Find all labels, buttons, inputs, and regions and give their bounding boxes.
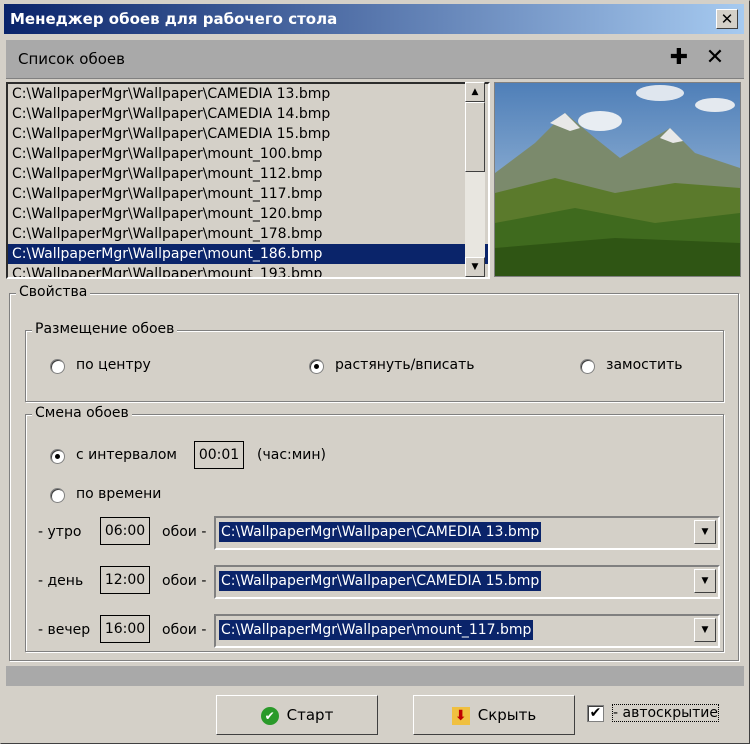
wallpaper-list[interactable]: C:\WallpaperMgr\Wallpaper\CAMEDIA 13.bmp…: [6, 82, 490, 279]
evening-wallpaper-select[interactable]: C:\WallpaperMgr\Wallpaper\mount_117.bmp …: [214, 614, 720, 648]
list-item[interactable]: C:\WallpaperMgr\Wallpaper\mount_100.bmp: [8, 144, 488, 164]
dropdown-arrow-button[interactable]: ▼: [694, 569, 716, 593]
plus-icon[interactable]: ✚: [667, 46, 691, 70]
day-label: - день: [38, 573, 84, 589]
wallpaper-preview: [494, 82, 741, 277]
list-item[interactable]: C:\WallpaperMgr\Wallpaper\mount_112.bmp: [8, 164, 488, 184]
day-wallpaper-value: C:\WallpaperMgr\Wallpaper\CAMEDIA 15.bmp: [219, 571, 542, 591]
list-scrollbar[interactable]: ▲ ▼: [465, 82, 485, 277]
evening-label: - вечер: [38, 622, 91, 638]
evening-wallpaper-value: C:\WallpaperMgr\Wallpaper\mount_117.bmp: [219, 620, 534, 640]
morning-label: - утро: [38, 524, 82, 540]
close-icon: ✕: [720, 10, 734, 28]
list-item[interactable]: C:\WallpaperMgr\Wallpaper\CAMEDIA 15.bmp: [8, 124, 488, 144]
placement-group: Размещение обоев по центру растянуть/впи…: [25, 321, 724, 402]
start-label: Старт: [286, 706, 334, 724]
close-button[interactable]: ✕: [716, 9, 738, 29]
chevron-down-icon: ▼: [701, 527, 709, 537]
window-title: Менеджер обоев для рабочего стола: [10, 10, 338, 28]
wallpaper-list-header: Список обоев ✚ ✕: [6, 40, 744, 79]
evening-wallpaper-label: обои -: [162, 622, 207, 638]
change-group: Смена обоев с интервалом 00:01 (час:мин)…: [25, 405, 724, 652]
autohide-label: - автоскрытие: [611, 704, 720, 722]
list-item[interactable]: C:\WallpaperMgr\Wallpaper\CAMEDIA 13.bmp: [8, 84, 488, 104]
chevron-down-icon: ▼: [701, 625, 709, 635]
arrow-up-icon: ▲: [471, 87, 479, 97]
dropdown-arrow-button[interactable]: ▼: [694, 618, 716, 642]
stretch-label: растянуть/вписать: [335, 357, 475, 373]
list-item[interactable]: C:\WallpaperMgr\Wallpaper\mount_186.bmp: [8, 244, 488, 264]
center-label: по центру: [76, 357, 151, 373]
wallpaper-list-title: Список обоев: [18, 50, 125, 68]
arrow-down-icon: ▼: [471, 262, 479, 272]
tile-radio[interactable]: [580, 359, 595, 374]
morning-wallpaper-value: C:\WallpaperMgr\Wallpaper\CAMEDIA 13.bmp: [219, 522, 542, 542]
stretch-radio[interactable]: [309, 359, 324, 374]
scroll-thumb[interactable]: [465, 102, 485, 172]
main-window: Менеджер обоев для рабочего стола ✕ Спис…: [0, 0, 750, 744]
list-item[interactable]: C:\WallpaperMgr\Wallpaper\mount_120.bmp: [8, 204, 488, 224]
list-item[interactable]: C:\WallpaperMgr\Wallpaper\CAMEDIA 14.bmp: [8, 104, 488, 124]
properties-title: Свойства: [16, 284, 91, 300]
by-time-radio[interactable]: [50, 488, 65, 503]
evening-time-field[interactable]: 16:00: [100, 615, 150, 643]
checkmark-icon: ✔: [589, 705, 602, 721]
status-bar: [6, 666, 744, 686]
interval-radio[interactable]: [50, 449, 65, 464]
center-radio[interactable]: [50, 359, 65, 374]
scroll-up-button[interactable]: ▲: [465, 82, 485, 102]
day-wallpaper-label: обои -: [162, 573, 207, 589]
list-item[interactable]: C:\WallpaperMgr\Wallpaper\mount_178.bmp: [8, 224, 488, 244]
interval-label: с интервалом: [76, 447, 177, 463]
down-arrow-icon: ⬇: [451, 706, 470, 725]
mountain-landscape-image: [495, 83, 740, 276]
day-wallpaper-select[interactable]: C:\WallpaperMgr\Wallpaper\CAMEDIA 15.bmp…: [214, 565, 720, 599]
hide-label: Скрыть: [477, 706, 537, 724]
interval-field[interactable]: 00:01: [194, 441, 244, 469]
hide-button[interactable]: ⬇ Скрыть: [413, 695, 575, 735]
scroll-down-button[interactable]: ▼: [465, 257, 485, 277]
start-button[interactable]: ✔ Старт: [216, 695, 378, 735]
interval-unit: (час:мин): [257, 447, 327, 463]
change-title: Смена обоев: [32, 405, 132, 421]
morning-wallpaper-select[interactable]: C:\WallpaperMgr\Wallpaper\CAMEDIA 13.bmp…: [214, 516, 720, 550]
green-check-icon: ✔: [260, 706, 279, 725]
dropdown-arrow-button[interactable]: ▼: [694, 520, 716, 544]
properties-group: Свойства Размещение обоев по центру раст…: [9, 284, 739, 661]
x-icon[interactable]: ✕: [703, 46, 727, 70]
tile-label: замостить: [606, 357, 683, 373]
day-time-field[interactable]: 12:00: [100, 566, 150, 594]
autohide-checkbox[interactable]: ✔: [587, 705, 604, 722]
placement-title: Размещение обоев: [32, 321, 178, 337]
chevron-down-icon: ▼: [701, 576, 709, 586]
morning-time-field[interactable]: 06:00: [100, 517, 150, 545]
title-bar[interactable]: Менеджер обоев для рабочего стола ✕: [4, 4, 744, 34]
list-item[interactable]: C:\WallpaperMgr\Wallpaper\mount_117.bmp: [8, 184, 488, 204]
morning-wallpaper-label: обои -: [162, 524, 207, 540]
by-time-label: по времени: [76, 486, 162, 502]
list-item[interactable]: C:\WallpaperMgr\Wallpaper\mount_193.bmp: [8, 264, 488, 277]
